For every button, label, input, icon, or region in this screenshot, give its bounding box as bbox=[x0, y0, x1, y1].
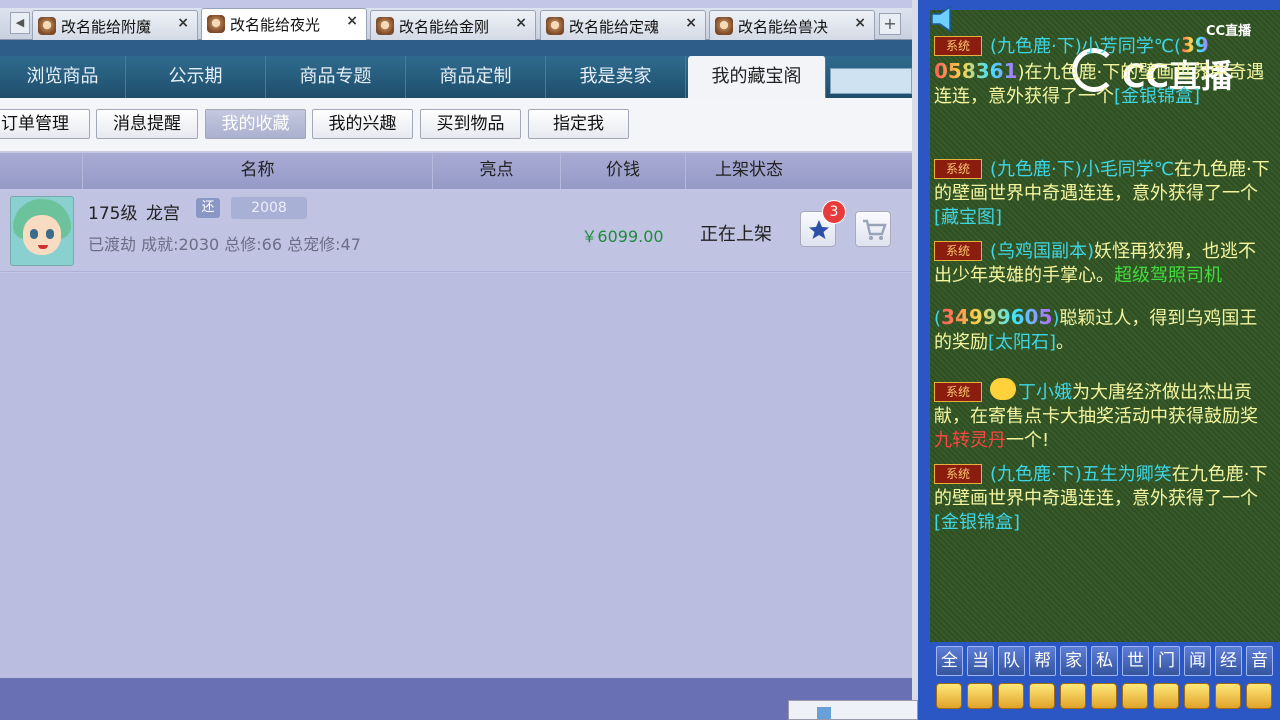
arrow-left-icon[interactable] bbox=[936, 683, 962, 709]
close-icon[interactable]: × bbox=[685, 15, 697, 31]
tab-scroll-left-button[interactable]: ◀ bbox=[10, 12, 30, 34]
nav-goods-custom[interactable]: 商品定制 bbox=[406, 56, 546, 98]
footer-bar bbox=[0, 678, 912, 720]
tab-dinghun[interactable]: 改名能给定魂 × bbox=[540, 10, 706, 40]
emoji-icon[interactable] bbox=[1215, 683, 1241, 709]
favorite-count-badge: 3 bbox=[822, 200, 846, 224]
header-strip bbox=[0, 40, 912, 56]
new-tab-button[interactable]: + bbox=[879, 13, 901, 35]
system-tag: 系统 bbox=[934, 241, 982, 261]
subnav-messages[interactable]: 消息提醒 bbox=[96, 109, 198, 139]
search-icon[interactable] bbox=[1029, 683, 1055, 709]
system-tag: 系统 bbox=[934, 159, 982, 179]
close-icon[interactable]: × bbox=[346, 13, 358, 29]
chat-message: 系统 (乌鸡国副本)妖怪再狡猾，也逃不出少年英雄的手掌心。超级驾照司机 bbox=[934, 241, 1257, 286]
tab-yeguang[interactable]: 改名能给夜光 × bbox=[201, 8, 367, 41]
nav-search-input[interactable] bbox=[830, 68, 912, 94]
character-avatar-icon bbox=[376, 17, 394, 35]
col-highlight[interactable]: 亮点 bbox=[432, 153, 560, 189]
system-tag: 系统 bbox=[934, 464, 982, 484]
close-icon[interactable]: × bbox=[515, 15, 527, 31]
nav-seller[interactable]: 我是卖家 bbox=[546, 56, 686, 98]
marketplace-pane: ◀ 改名能给附魔 × 改名能给夜光 × 改名能给金刚 × 改名能给定魂 × 改名… bbox=[0, 0, 918, 720]
subnav-assigned[interactable]: 指定我 bbox=[528, 109, 629, 139]
sub-nav: 订单管理 消息提醒 我的收藏 我的兴趣 买到物品 指定我 bbox=[0, 98, 912, 152]
table-header: 名称 亮点 价钱 上架状态 bbox=[0, 153, 912, 189]
character-avatar-icon bbox=[715, 17, 733, 35]
cart-icon bbox=[863, 219, 887, 240]
tab-label: 改名能给兽决 bbox=[738, 18, 829, 36]
col-name[interactable]: 名称 bbox=[82, 153, 432, 189]
chat-toolbar bbox=[930, 680, 1275, 720]
channel-economy[interactable]: 经 bbox=[1215, 646, 1242, 676]
brush-icon[interactable] bbox=[1153, 683, 1179, 709]
main-nav: 浏览商品 公示期 商品专题 商品定制 我是卖家 我的藏宝阁 bbox=[0, 56, 912, 98]
price-value: ￥6099.00 bbox=[581, 227, 664, 246]
system-tag: 系统 bbox=[934, 382, 982, 402]
window-icon bbox=[817, 707, 831, 719]
character-stats: 已渡劫 成就:2030 总修:66 总宠修:47 bbox=[88, 235, 361, 254]
nav-browse-goods[interactable]: 浏览商品 bbox=[0, 56, 126, 98]
speaker-icon bbox=[931, 6, 951, 32]
arrow-down-icon[interactable] bbox=[998, 683, 1024, 709]
channel-private[interactable]: 私 bbox=[1091, 646, 1118, 676]
close-icon[interactable]: × bbox=[854, 15, 866, 31]
tab-label: 改名能给定魂 bbox=[569, 18, 660, 36]
note-icon[interactable] bbox=[1060, 683, 1086, 709]
browser-tab-bar: ◀ 改名能给附魔 × 改名能给夜光 × 改名能给金刚 × 改名能给定魂 × 改名… bbox=[0, 8, 918, 41]
character-avatar-icon bbox=[38, 17, 56, 35]
subnav-favorites[interactable]: 我的收藏 bbox=[205, 109, 306, 139]
channel-family[interactable]: 家 bbox=[1060, 646, 1087, 676]
tab-label: 改名能给附魔 bbox=[61, 18, 152, 36]
nav-public-period[interactable]: 公示期 bbox=[126, 56, 266, 98]
list-icon[interactable] bbox=[1246, 683, 1272, 709]
col-status[interactable]: 上架状态 bbox=[685, 153, 812, 189]
channel-current[interactable]: 当 bbox=[967, 646, 994, 676]
tab-label: 改名能给夜光 bbox=[230, 16, 321, 34]
chat-top-bar: CC直播 bbox=[930, 6, 1280, 39]
subnav-orders[interactable]: 订单管理 bbox=[0, 109, 90, 139]
copy-icon[interactable] bbox=[1184, 683, 1210, 709]
character-avatar[interactable] bbox=[10, 196, 74, 266]
table-body-empty bbox=[0, 273, 912, 678]
col-price[interactable]: 价钱 bbox=[560, 153, 685, 189]
nav-goods-topics[interactable]: 商品专题 bbox=[266, 56, 406, 98]
channel-news[interactable]: 闻 bbox=[1184, 646, 1211, 676]
channel-bar: 全 当 队 帮 家 私 世 门 闻 经 音 bbox=[930, 643, 1275, 679]
channel-voice[interactable]: 音 bbox=[1246, 646, 1273, 676]
channel-world[interactable]: 世 bbox=[1122, 646, 1149, 676]
arrow-up-icon[interactable] bbox=[967, 683, 993, 709]
chat-message: 系统 (九色鹿·下)五生为卿笑在九色鹿·下的壁画世界中奇遇连连，意外获得了一个[金… bbox=[934, 464, 1268, 533]
channel-team[interactable]: 队 bbox=[998, 646, 1025, 676]
subnav-bought[interactable]: 买到物品 bbox=[420, 109, 521, 139]
nav-my-treasure[interactable]: 我的藏宝阁 bbox=[688, 56, 826, 98]
emoji-icon bbox=[990, 378, 1016, 400]
lock-icon[interactable] bbox=[1122, 683, 1148, 709]
channel-all[interactable]: 全 bbox=[936, 646, 963, 676]
chat-message: 系统 丁小娥为大唐经济做出杰出贡献，在寄售点卡大抽奖活动中获得鼓励奖九转灵丹一个! bbox=[934, 378, 1270, 453]
tab-label: 改名能给金刚 bbox=[399, 18, 490, 36]
taskbar-popup[interactable] bbox=[788, 700, 918, 720]
return-badge: 还 bbox=[196, 198, 220, 218]
chat-message: 系统 (九色鹿·下)小芳同学℃(39 058361)在九色鹿·下的壁画世界中奇遇连… bbox=[934, 33, 1265, 107]
character-level: 175级 bbox=[88, 204, 138, 224]
system-tag: 系统 bbox=[934, 36, 982, 56]
character-avatar-icon bbox=[546, 17, 564, 35]
tab-fumo[interactable]: 改名能给附魔 × bbox=[32, 10, 198, 40]
table-row[interactable]: 175级 龙宫 还 2008 已渡劫 成就:2030 总修:66 总宠修:47 … bbox=[0, 190, 912, 272]
grid-icon[interactable] bbox=[1091, 683, 1117, 709]
tab-shoujue[interactable]: 改名能给兽决 × bbox=[709, 10, 875, 40]
listing-status: 正在上架 bbox=[700, 224, 772, 245]
character-avatar-icon bbox=[207, 15, 225, 33]
server-badge: 2008 bbox=[231, 197, 307, 219]
chat-message: (34999605)聪颖过人，得到乌鸡国王的奖励[太阳石]。 bbox=[934, 305, 1258, 353]
close-icon[interactable]: × bbox=[177, 15, 189, 31]
subnav-interests[interactable]: 我的兴趣 bbox=[312, 109, 413, 139]
channel-school[interactable]: 门 bbox=[1153, 646, 1180, 676]
tab-jingang[interactable]: 改名能给金刚 × bbox=[370, 10, 536, 40]
chat-message: 系统 (九色鹿·下)小毛同学℃在九色鹿·下的壁画世界中奇遇连连，意外获得了一个[藏… bbox=[934, 159, 1270, 228]
channel-guild[interactable]: 帮 bbox=[1029, 646, 1056, 676]
character-school: 龙宫 bbox=[146, 204, 180, 224]
add-to-cart-button[interactable] bbox=[855, 211, 891, 247]
